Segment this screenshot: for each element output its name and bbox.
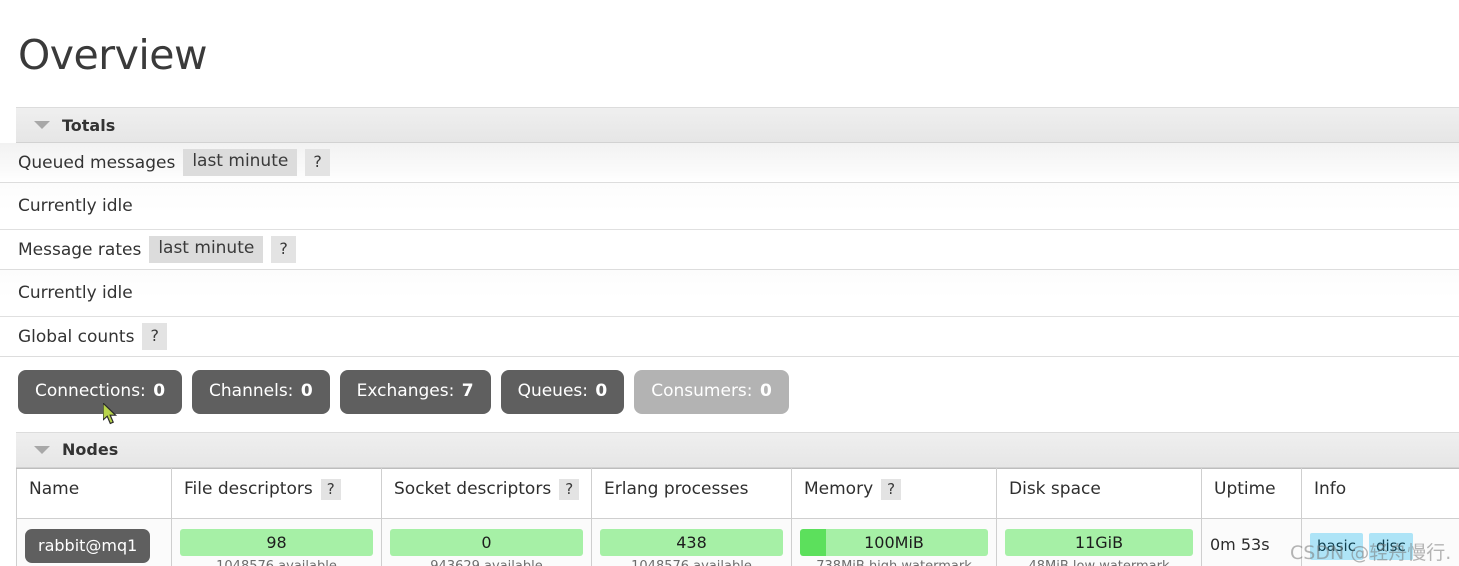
- message-rates-row: Message rates last minute ?: [0, 230, 1459, 271]
- collapse-triangle-icon[interactable]: [34, 121, 50, 130]
- cell-info: basic disc: [1301, 517, 1459, 566]
- count-button-label: Queues:: [517, 381, 594, 402]
- count-button-label: Channels:: [209, 381, 299, 402]
- erlang-processes-bar: 438: [600, 528, 783, 556]
- count-button-value: 0: [759, 381, 772, 402]
- message-rates-period[interactable]: last minute: [149, 236, 264, 263]
- count-button-value: 0: [595, 381, 608, 402]
- count-button-queues[interactable]: Queues: 0: [500, 370, 625, 414]
- count-button-channels[interactable]: Channels: 0: [192, 370, 330, 414]
- column-header-label: Socket descriptors: [394, 478, 552, 499]
- node-name-badge[interactable]: rabbit@mq1: [25, 528, 151, 564]
- memory-sub: 738MiB high watermark: [800, 556, 988, 566]
- column-header-info[interactable]: Info: [1301, 467, 1459, 519]
- socket-descriptors-sub: 943629 available: [390, 556, 583, 566]
- table-header-row: Name File descriptors? Socket descriptors?…: [16, 467, 1459, 519]
- column-header-file-descriptors[interactable]: File descriptors?: [171, 467, 382, 519]
- column-header-socket-descriptors[interactable]: Socket descriptors?: [381, 467, 592, 519]
- column-header-label: Erlang processes: [604, 478, 749, 499]
- cell-memory: 100MiB 738MiB high watermark: [791, 517, 997, 566]
- memory-bar: 100MiB: [800, 528, 988, 556]
- count-button-label: Connections:: [35, 381, 152, 402]
- cell-file-descriptors: 98 1048576 available: [171, 517, 382, 566]
- file-descriptors-bar: 98: [180, 528, 373, 556]
- table-row: rabbit@mq1 98 1048576 available 0: [16, 517, 1459, 566]
- message-rates-label: Message rates: [18, 239, 142, 260]
- count-button-label: Exchanges:: [356, 381, 460, 402]
- nodes-section-header[interactable]: Nodes: [16, 431, 1459, 468]
- queued-messages-period[interactable]: last minute: [183, 149, 298, 176]
- column-header-label: Name: [29, 478, 80, 499]
- help-icon[interactable]: ?: [559, 478, 580, 501]
- message-rates-status: Currently idle: [0, 270, 1459, 318]
- totals-section-header[interactable]: Totals: [16, 107, 1459, 144]
- bar-fill: [800, 528, 827, 556]
- global-counts-buttons: Connections: 0 Channels: 0 Exchanges: 7 Que…: [0, 357, 1459, 426]
- nodes-table-wrapper: Name File descriptors? Socket descriptors?…: [0, 467, 1459, 566]
- help-icon[interactable]: ?: [881, 478, 902, 501]
- count-button-value: 0: [153, 381, 166, 402]
- overview-page: Overview Totals Queued messages last min…: [0, 0, 1459, 566]
- column-header-label: Info: [1314, 478, 1347, 499]
- queued-messages-row: Queued messages last minute ?: [0, 143, 1459, 184]
- disk-space-value: 11GiB: [1074, 532, 1124, 552]
- count-button-label: Consumers:: [651, 381, 758, 402]
- help-icon[interactable]: ?: [305, 149, 330, 176]
- cell-disk-space: 11GiB 48MiB low watermark: [996, 517, 1202, 566]
- cell-uptime: 0m 53s: [1201, 517, 1302, 566]
- column-header-uptime[interactable]: Uptime: [1201, 467, 1302, 519]
- file-descriptors-value: 98: [266, 532, 287, 552]
- queued-messages-label: Queued messages: [18, 152, 176, 173]
- memory-value: 100MiB: [864, 532, 924, 552]
- column-header-label: Memory: [804, 478, 874, 499]
- global-counts-row: Global counts ?: [0, 317, 1459, 358]
- count-button-consumers[interactable]: Consumers: 0: [634, 370, 789, 414]
- global-counts-label: Global counts: [18, 326, 135, 347]
- count-button-exchanges[interactable]: Exchanges: 7: [339, 370, 491, 414]
- column-header-erlang-processes[interactable]: Erlang processes: [591, 467, 792, 519]
- column-header-memory[interactable]: Memory?: [791, 467, 997, 519]
- count-button-value: 0: [300, 381, 313, 402]
- page-title: Overview: [18, 31, 208, 80]
- disk-space-sub: 48MiB low watermark: [1005, 556, 1193, 566]
- cell-node-name: rabbit@mq1: [16, 517, 172, 566]
- totals-section-label: Totals: [62, 115, 116, 135]
- nodes-table: Name File descriptors? Socket descriptors?…: [16, 467, 1459, 566]
- help-icon[interactable]: ?: [271, 236, 296, 263]
- socket-descriptors-bar: 0: [390, 528, 583, 556]
- help-icon[interactable]: ?: [320, 478, 341, 501]
- erlang-processes-value: 438: [676, 532, 707, 552]
- info-tag-disc[interactable]: disc: [1368, 532, 1413, 560]
- info-tag-basic[interactable]: basic: [1310, 532, 1363, 560]
- collapse-triangle-icon[interactable]: [34, 445, 50, 454]
- cell-erlang-processes: 438 1048576 available: [591, 517, 792, 566]
- erlang-processes-sub: 1048576 available: [600, 556, 783, 566]
- help-icon[interactable]: ?: [142, 323, 167, 350]
- column-header-label: Uptime: [1214, 478, 1276, 499]
- cell-socket-descriptors: 0 943629 available: [381, 517, 592, 566]
- nodes-section-label: Nodes: [62, 440, 119, 460]
- file-descriptors-sub: 1048576 available: [180, 556, 373, 566]
- uptime-value: 0m 53s: [1210, 534, 1270, 554]
- count-button-value: 7: [461, 381, 474, 402]
- column-header-label: Disk space: [1009, 478, 1101, 499]
- column-header-name[interactable]: Name: [16, 467, 172, 519]
- disk-space-bar: 11GiB: [1005, 528, 1193, 556]
- socket-descriptors-value: 0: [481, 532, 492, 552]
- info-tags: basic disc: [1310, 529, 1451, 560]
- queued-messages-status: Currently idle: [0, 183, 1459, 231]
- column-header-disk-space[interactable]: Disk space: [996, 467, 1202, 519]
- column-header-label: File descriptors: [184, 478, 313, 499]
- count-button-connections[interactable]: Connections: 0: [18, 370, 183, 414]
